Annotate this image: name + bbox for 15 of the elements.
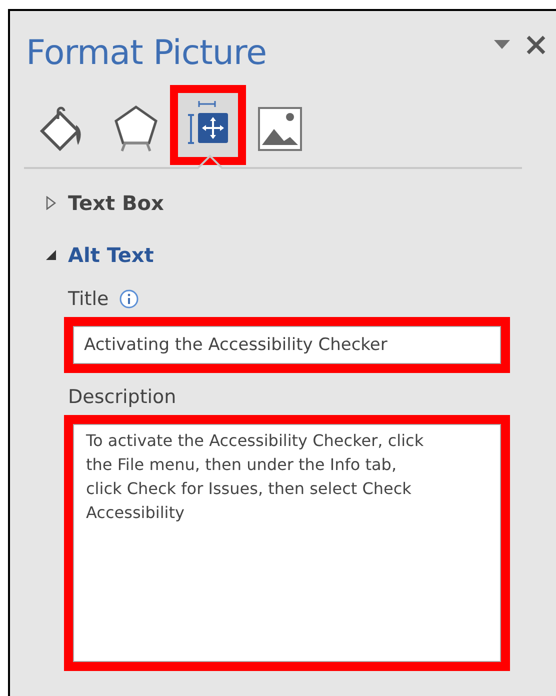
close-icon[interactable] [526, 35, 546, 55]
section-header[interactable]: Text Box [68, 188, 164, 218]
description-field[interactable]: To activate the Accessibility Checker, click the File menu, then under the Info tab, click Check for Issues, then select Check Accessibility [73, 424, 501, 662]
collapsed-triangle-icon[interactable] [46, 196, 56, 210]
expanded-triangle-icon[interactable] [46, 250, 56, 260]
title-field[interactable]: Activating the Accessibility Checker [73, 326, 501, 364]
pentagon-icon [114, 105, 158, 153]
info-icon[interactable] [118, 289, 139, 309]
pane-tab[interactable] [178, 93, 238, 157]
section-header[interactable]: Alt Text [68, 240, 154, 270]
image-icon [258, 107, 302, 151]
pane-title: Format Picture [26, 32, 267, 75]
dropdown-icon[interactable] [494, 40, 510, 50]
field-label: Title [68, 286, 109, 312]
field-label: Description [68, 384, 176, 410]
